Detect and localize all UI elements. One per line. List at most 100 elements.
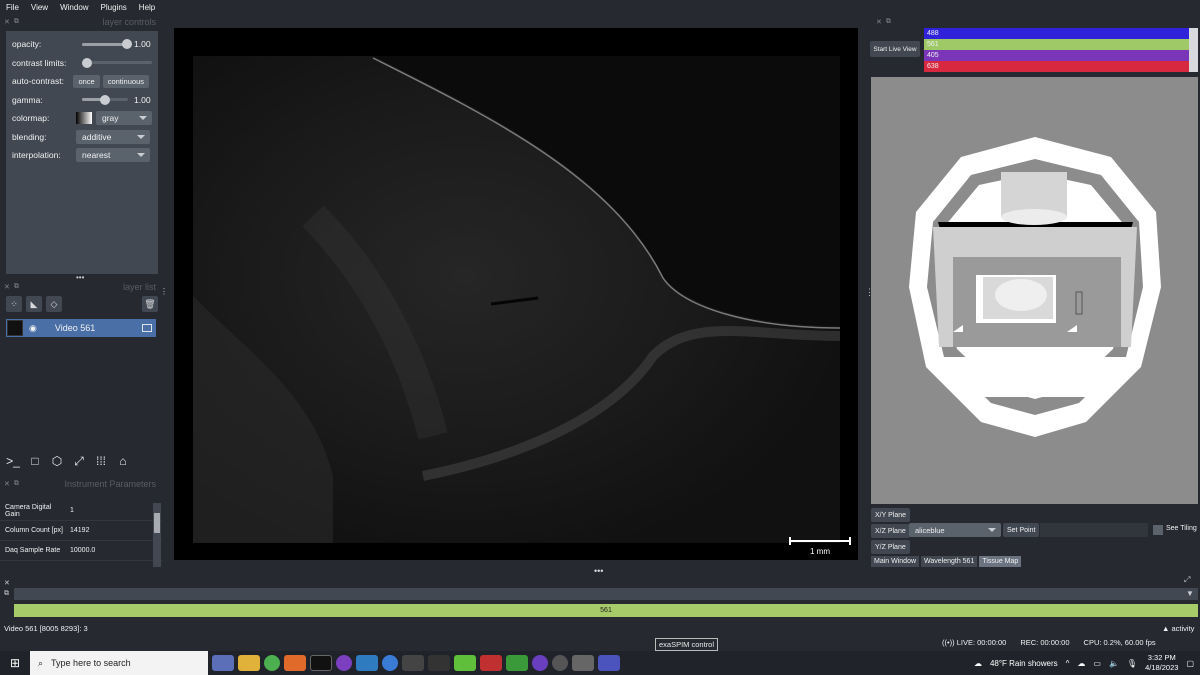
xz-plane-button[interactable]: X/Z Plane — [871, 524, 910, 538]
instrument-handle[interactable]: ✕ ⧉ Instrument Parameters — [0, 479, 160, 489]
pycharm-icon[interactable] — [506, 655, 528, 671]
slider-knob[interactable] — [122, 39, 132, 50]
transpose-icon[interactable]: ⤢ — [70, 452, 88, 470]
set-point-button[interactable]: Set Point — [1003, 523, 1040, 537]
ndisplay-square-icon[interactable]: □ — [26, 452, 44, 470]
napari-icon[interactable] — [552, 655, 568, 671]
wavelength-item[interactable]: 561 — [924, 39, 1190, 50]
windows-start-icon[interactable]: ⊞ — [0, 656, 30, 670]
float-icon[interactable]: ⧉ — [4, 589, 10, 599]
see-tiling-checkbox[interactable] — [1153, 525, 1163, 535]
wavelength-item[interactable]: 405 — [924, 50, 1190, 61]
param-value[interactable]: 1 — [66, 507, 74, 514]
param-value[interactable]: 14192 — [66, 527, 89, 534]
menu-file[interactable]: File — [6, 3, 19, 12]
taskbar-search[interactable]: ⌕ Type here to search — [30, 651, 208, 675]
chrome-icon[interactable] — [264, 655, 280, 671]
roll-dims-icon[interactable]: ⬡ — [48, 452, 66, 470]
continuous-button[interactable]: continuous — [102, 74, 149, 88]
notifications-icon[interactable]: ▢ — [1186, 659, 1194, 668]
layer-name[interactable]: Video 561 — [55, 323, 95, 333]
slider-knob[interactable] — [82, 57, 92, 68]
contrast-slider[interactable] — [82, 57, 152, 68]
close-icon[interactable]: ✕ — [876, 18, 882, 26]
chevron-up-icon[interactable]: ^ — [1066, 659, 1070, 668]
color-select[interactable]: aliceblue — [909, 523, 1001, 537]
cloud-icon[interactable]: ☁ — [1077, 659, 1085, 668]
wavelength-list[interactable]: 488 561 405 638 — [924, 28, 1190, 72]
sublime-icon[interactable] — [284, 655, 306, 671]
volume-icon[interactable]: 🔈 — [1109, 659, 1119, 668]
app-icon[interactable] — [572, 655, 594, 671]
chat-icon[interactable] — [382, 655, 398, 671]
float-icon[interactable]: ⧉ — [886, 18, 891, 26]
app-icon[interactable] — [336, 655, 352, 671]
delete-layer-icon[interactable]: 🗑 — [142, 296, 158, 312]
app-icon[interactable] — [532, 655, 548, 671]
app-icon[interactable] — [428, 655, 450, 671]
tab-tissue-map[interactable]: Tissue Map — [979, 556, 1022, 567]
param-value[interactable]: 10000.0 — [66, 547, 95, 554]
python-icon[interactable] — [402, 655, 424, 671]
tissue-map-3d[interactable] — [871, 77, 1198, 504]
interpolation-select[interactable]: nearest — [76, 148, 150, 163]
brain-slice-image[interactable] — [193, 56, 840, 543]
splitter-handle[interactable]: ••• — [76, 273, 84, 282]
right-dock-handle[interactable]: ✕ ⧉ — [872, 17, 912, 27]
close-icon[interactable]: ✕ — [4, 283, 10, 291]
wavelength-scrollbar[interactable] — [1189, 28, 1198, 72]
clock[interactable]: 3:32 PM 4/18/2023 — [1145, 653, 1178, 673]
close-icon[interactable]: ✕ — [4, 579, 10, 589]
start-live-view-button[interactable]: Start Live View — [870, 41, 920, 57]
opacity-value[interactable]: 1.00 — [134, 39, 151, 49]
close-icon[interactable]: ✕ — [4, 18, 10, 26]
activity-button[interactable]: ▲ activity — [1162, 624, 1194, 633]
once-button[interactable]: once — [73, 74, 100, 88]
more-vert-icon[interactable]: ⋮ — [160, 287, 168, 296]
set-point-field[interactable] — [1040, 523, 1148, 537]
network-icon[interactable]: ▭ — [1093, 659, 1101, 668]
instrument-scrollbar[interactable] — [153, 503, 161, 567]
tab-wavelength-561[interactable]: Wavelength 561 — [921, 556, 978, 567]
close-icon[interactable]: ✕ — [4, 480, 10, 488]
gamma-value[interactable]: 1.00 — [134, 95, 151, 105]
gamma-slider[interactable] — [82, 94, 128, 105]
home-icon[interactable]: ⌂ — [114, 452, 132, 470]
wavelength-item[interactable]: 488 — [924, 28, 1190, 39]
layer-list-handle[interactable]: ✕ ⧉ layer list — [0, 282, 160, 292]
float-icon[interactable]: ⧉ — [14, 18, 19, 26]
new-points-icon[interactable]: ⁘ — [6, 296, 22, 312]
splitter-handle[interactable]: ••• — [594, 566, 603, 576]
expand-icon[interactable]: ⤢ — [1184, 575, 1190, 585]
menu-window[interactable]: Window — [60, 3, 88, 12]
colormap-select[interactable]: gray — [96, 111, 152, 126]
layer-controls-handle[interactable]: ✕ ⧉ layer controls — [0, 17, 160, 27]
float-icon[interactable]: ⧉ — [14, 283, 19, 291]
bottom-dock-handle[interactable]: ✕ ⧉ — [4, 579, 10, 599]
layer-item[interactable]: ◉ Video 561 — [6, 319, 156, 337]
file-explorer-icon[interactable] — [238, 655, 260, 671]
weather-text[interactable]: 48°F Rain showers — [990, 659, 1058, 668]
slider-knob[interactable] — [100, 94, 110, 105]
terminal-icon[interactable] — [310, 655, 332, 671]
opacity-slider[interactable] — [82, 39, 132, 50]
weather-icon[interactable]: ☁ — [974, 659, 982, 668]
float-icon[interactable]: ⧉ — [14, 480, 19, 488]
grid-icon[interactable]: ⁞⁞⁞ — [92, 452, 110, 470]
task-view-icon[interactable] — [212, 655, 234, 671]
visibility-eye-icon[interactable]: ◉ — [29, 323, 37, 334]
xy-plane-button[interactable]: X/Y Plane — [871, 508, 911, 522]
blending-select[interactable]: additive — [76, 129, 150, 144]
wavelength-item[interactable]: 638 — [924, 61, 1190, 72]
new-shapes-icon[interactable]: ◣ — [26, 296, 42, 312]
yz-plane-button[interactable]: Y/Z Plane — [871, 540, 910, 554]
app-icon[interactable] — [454, 655, 476, 671]
new-labels-icon[interactable]: ◇ — [46, 296, 62, 312]
vscode-icon[interactable] — [356, 655, 378, 671]
menu-help[interactable]: Help — [139, 3, 155, 12]
app-icon[interactable] — [480, 655, 502, 671]
chevron-down-icon[interactable]: ▼ — [1186, 589, 1194, 598]
console-icon[interactable]: >_ — [4, 452, 22, 470]
mic-icon[interactable]: 🎙 — [1127, 659, 1137, 668]
scroll-thumb[interactable] — [154, 513, 160, 533]
